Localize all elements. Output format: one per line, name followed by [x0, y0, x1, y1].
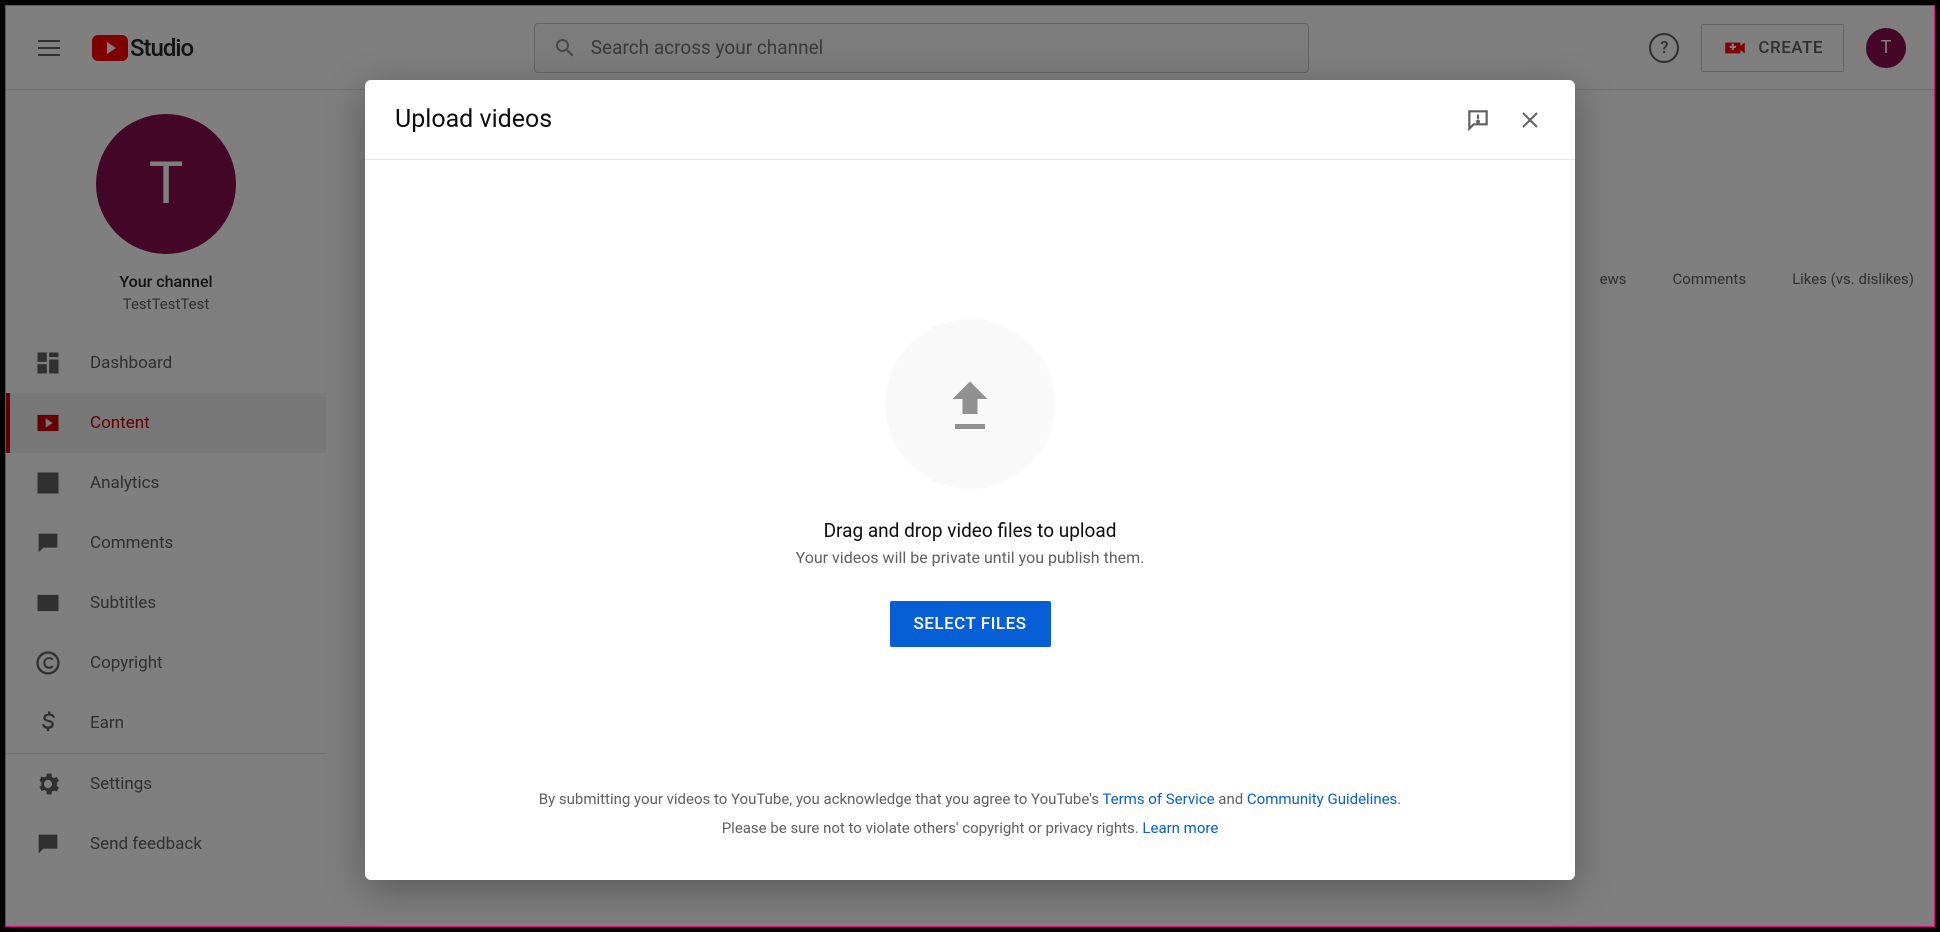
footer-text: . [1397, 790, 1401, 808]
tos-link[interactable]: Terms of Service [1102, 790, 1214, 808]
guidelines-link[interactable]: Community Guidelines [1247, 790, 1397, 808]
footer-text: and [1215, 790, 1247, 808]
app-frame: Studio ? CREATE T T Your channel TestTes… [5, 5, 1935, 927]
modal-header: Upload videos [365, 80, 1575, 160]
close-icon [1518, 108, 1542, 132]
modal-title: Upload videos [395, 105, 552, 134]
footer-text: Please be sure not to violate others' co… [722, 819, 1143, 837]
drag-instruction-text: Drag and drop video files to upload [824, 519, 1117, 542]
upload-drop-zone[interactable] [885, 319, 1055, 489]
feedback-flag-icon [1465, 107, 1491, 133]
modal-body[interactable]: Drag and drop video files to upload Your… [365, 160, 1575, 785]
select-files-button[interactable]: SELECT FILES [890, 601, 1051, 647]
modal-footer: By submitting your videos to YouTube, yo… [365, 785, 1575, 880]
upload-arrow-icon [940, 374, 1000, 434]
upload-modal: Upload videos Drag and drop video files … [365, 80, 1575, 880]
close-button[interactable] [1515, 105, 1545, 135]
footer-text: By submitting your videos to YouTube, yo… [539, 790, 1103, 808]
learn-more-link[interactable]: Learn more [1142, 819, 1218, 837]
privacy-note-text: Your videos will be private until you pu… [796, 548, 1145, 567]
send-feedback-button[interactable] [1463, 105, 1493, 135]
